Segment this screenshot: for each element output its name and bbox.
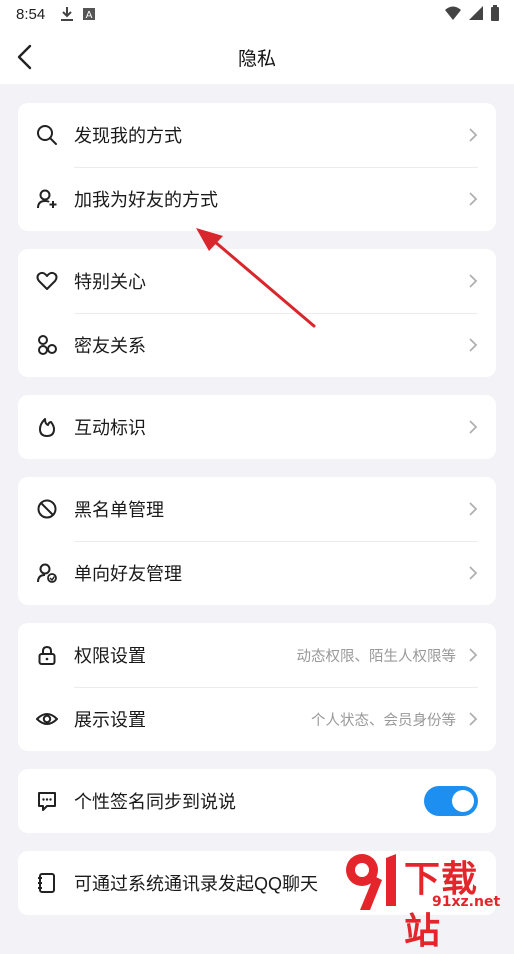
close-friends-icon [36,334,58,356]
lock-icon [36,644,58,666]
row-permission-settings[interactable]: 权限设置 动态权限、陌生人权限等 [18,623,496,687]
chevron-right-icon [469,274,478,288]
row-label: 权限设置 [74,646,146,666]
row-add-me[interactable]: 加我为好友的方式 [18,167,496,231]
chevron-right-icon [469,566,478,580]
row-subtitle: 个人状态、会员身份等 [311,712,456,729]
block-icon [36,498,58,520]
watermark: 下载站 91xz.net [340,848,514,952]
download-icon [60,6,74,27]
contacts-book-icon [36,872,58,894]
signal-icon [468,5,484,26]
row-display-settings[interactable]: 展示设置 个人状态、会员身份等 [18,687,496,751]
row-label: 密友关系 [74,336,146,356]
row-close-friends[interactable]: 密友关系 [18,313,496,377]
settings-group-permissions: 权限设置 动态权限、陌生人权限等 展示设置 个人状态、会员身份等 [18,623,496,751]
row-interaction-marks[interactable]: 互动标识 [18,395,496,459]
row-label: 互动标识 [74,418,146,438]
settings-group-relations: 特别关心 密友关系 [18,249,496,377]
watermark-logo-icon [346,854,396,910]
nav-bar: 隐私 [0,30,514,84]
settings-group-interaction: 互动标识 [18,395,496,459]
toggle-knob [452,790,474,812]
row-label: 加我为好友的方式 [74,190,218,210]
row-label: 单向好友管理 [74,564,182,584]
svg-text:A: A [86,10,93,21]
row-label: 特别关心 [74,272,146,292]
chevron-right-icon [469,648,478,662]
chevron-right-icon [469,420,478,434]
row-one-way-friends[interactable]: 单向好友管理 [18,541,496,605]
row-find-me[interactable]: 发现我的方式 [18,103,496,167]
status-bar: 8:54 A [0,0,514,30]
search-icon [36,124,58,146]
row-label: 黑名单管理 [74,500,164,520]
watermark-url: 91xz.net [432,894,501,910]
heart-icon [36,270,58,292]
chevron-right-icon [469,192,478,206]
page-title: 隐私 [237,49,276,70]
settings-group-management: 黑名单管理 单向好友管理 [18,477,496,605]
wifi-icon [444,5,462,26]
eye-icon [36,708,58,730]
a-badge-icon: A [82,6,96,27]
row-label: 发现我的方式 [74,126,182,146]
row-label: 个性签名同步到说说 [74,792,236,812]
chevron-right-icon [469,712,478,726]
chevron-right-icon [469,128,478,142]
row-label: 展示设置 [74,710,146,730]
battery-icon [490,5,500,26]
add-friend-icon [36,188,58,210]
row-special-care[interactable]: 特别关心 [18,249,496,313]
chevron-right-icon [469,502,478,516]
row-label: 可通过系统通讯录发起QQ聊天 [74,874,319,894]
row-signature-sync: 个性签名同步到说说 [18,769,496,833]
status-time: 8:54 [16,6,46,23]
settings-group-signature: 个性签名同步到说说 [18,769,496,833]
flame-icon [36,416,58,438]
one-way-friend-icon [36,562,58,584]
signature-sync-toggle[interactable] [424,786,478,816]
chevron-right-icon [469,338,478,352]
row-blacklist[interactable]: 黑名单管理 [18,477,496,541]
settings-group-discovery: 发现我的方式 加我为好友的方式 [18,103,496,231]
message-icon [36,790,58,812]
row-subtitle: 动态权限、陌生人权限等 [296,648,457,665]
